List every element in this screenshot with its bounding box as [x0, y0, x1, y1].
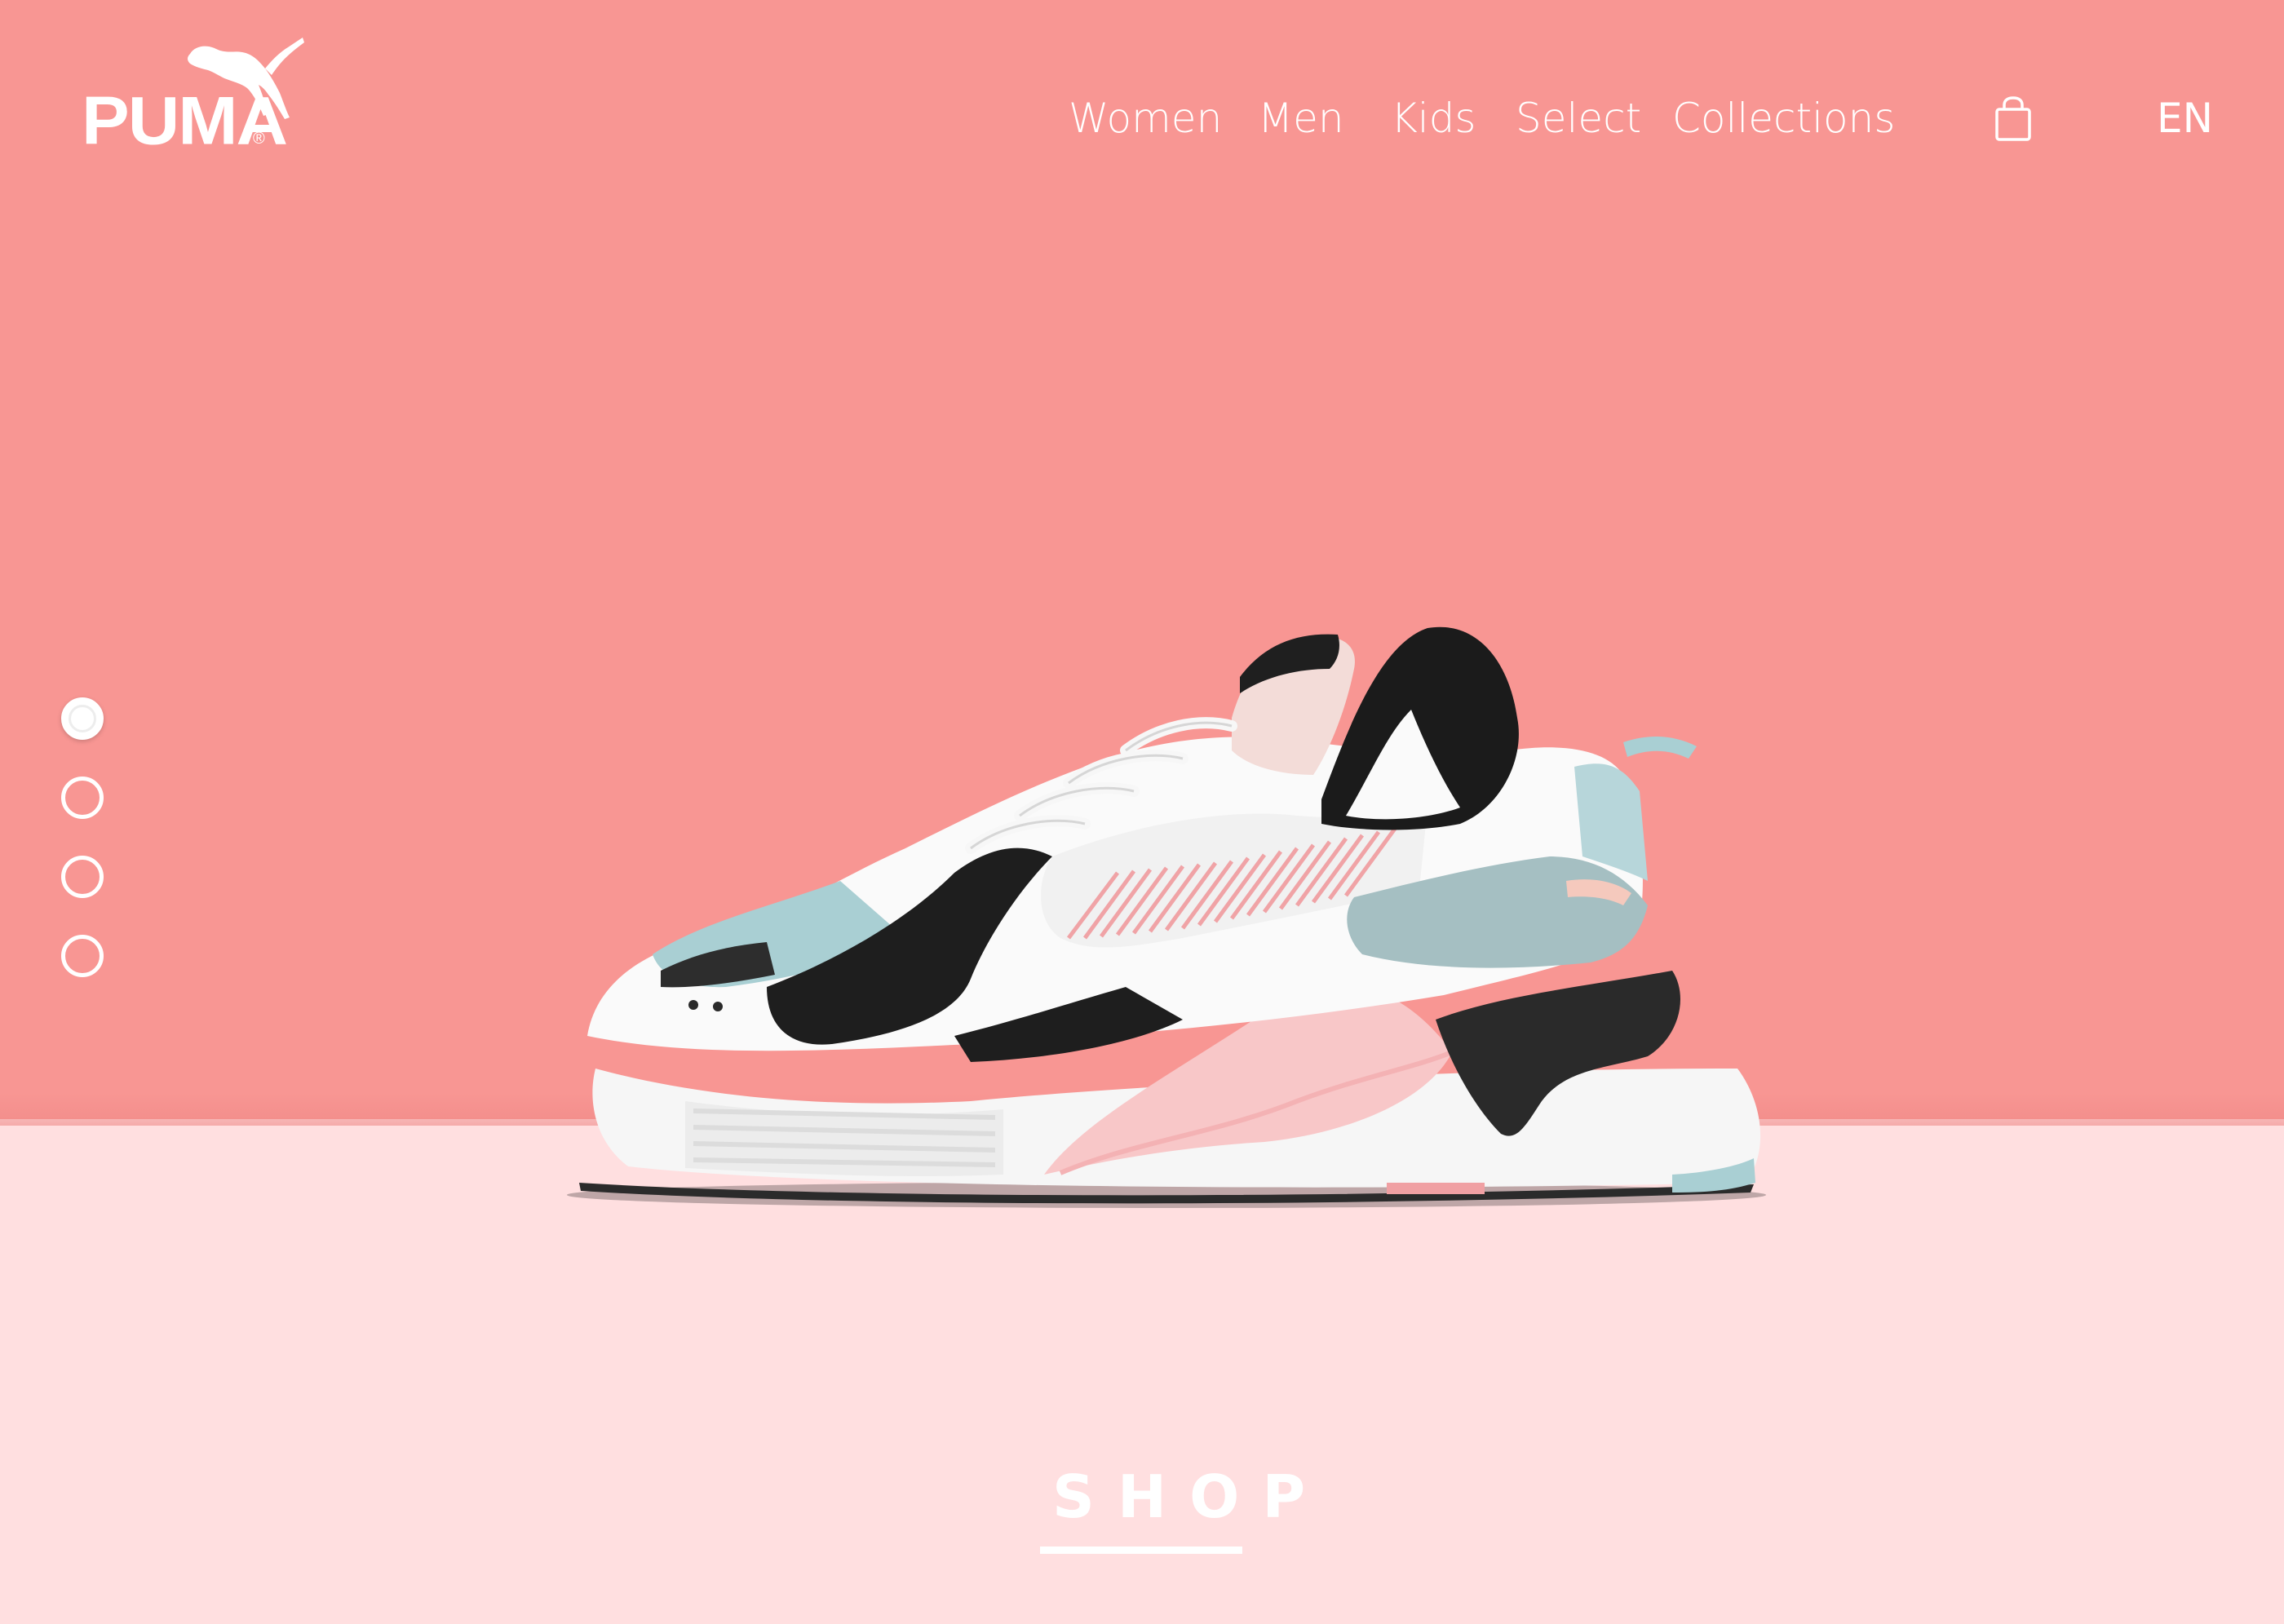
slider-dot-2[interactable]	[61, 777, 104, 819]
nav-item-men[interactable]: Men	[1258, 90, 1344, 147]
language-selector[interactable]: EN	[2157, 90, 2213, 147]
shopping-bag-icon[interactable]	[1994, 96, 2032, 142]
shop-button[interactable]: SHOP	[1036, 1460, 1329, 1558]
nav-item-kids[interactable]: Kids	[1391, 90, 1476, 147]
slider-dot-1[interactable]	[61, 697, 104, 740]
nav-item-select[interactable]: Select	[1516, 90, 1641, 147]
shop-label: SHOP	[1052, 1462, 1329, 1531]
brand-logo[interactable]: PUMA ®	[82, 36, 304, 154]
slider-dot-4[interactable]	[61, 935, 104, 977]
nav-item-women[interactable]: Women	[1069, 90, 1222, 147]
product-sneaker-image	[567, 626, 1766, 1208]
shop-underline	[1040, 1547, 1242, 1554]
registered-mark: ®	[253, 130, 265, 148]
slider-dot-3[interactable]	[61, 856, 104, 898]
nav-item-collections[interactable]: Collections	[1672, 90, 1895, 147]
